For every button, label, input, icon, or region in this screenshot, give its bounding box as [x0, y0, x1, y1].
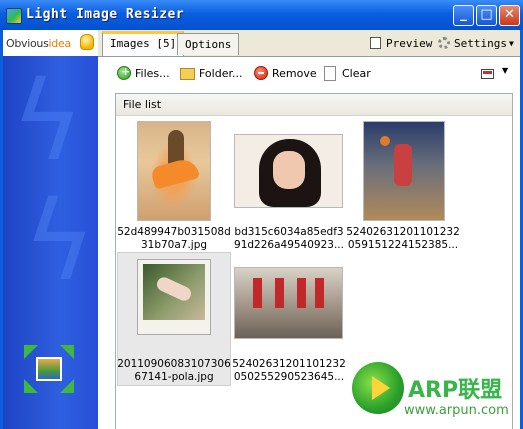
file-list-title: File list — [123, 98, 162, 111]
window-title: Light Image Resizer — [26, 7, 185, 22]
bulb-icon — [80, 34, 94, 50]
remove-button[interactable]: Remove — [272, 66, 317, 82]
folder-icon[interactable] — [180, 68, 195, 80]
add-folder-button[interactable]: Folder... — [199, 66, 242, 82]
app-icon[interactable] — [6, 8, 22, 24]
gear-icon[interactable] — [438, 37, 450, 49]
watermark-title: ARP联盟 — [408, 378, 503, 403]
image-thumbnail[interactable] — [137, 121, 211, 221]
preview-button[interactable]: Preview — [386, 36, 432, 52]
image-thumbnail[interactable] — [363, 121, 445, 221]
tab-options[interactable]: Options — [177, 33, 240, 55]
file-name: 52402631201101232 059151224152385... — [346, 226, 460, 251]
maximize-button[interactable]: □ — [476, 5, 497, 26]
image-thumbnail[interactable] — [234, 267, 343, 339]
settings-button[interactable]: Settings — [454, 36, 507, 52]
obviousidea-logo: Obviousidea — [6, 37, 71, 50]
minimize-icon: _ — [460, 7, 467, 22]
file-name: 20110906083107306 67141-pola.jpg — [117, 358, 231, 383]
file-name: bd315c6034a85edf3 91d226a49540923... — [234, 226, 344, 251]
lightning-decoration: ϟ — [11, 57, 84, 185]
image-thumbnail[interactable] — [234, 134, 343, 208]
close-icon: ✕ — [504, 7, 515, 22]
view-mode-icon[interactable] — [481, 69, 494, 79]
clear-icon[interactable] — [324, 66, 336, 81]
arp-logo-icon — [352, 362, 404, 414]
file-name: 52402631201101232 050255290523645... — [232, 358, 346, 383]
lightning-decoration: ϟ — [23, 177, 96, 305]
tab-images[interactable]: Images [5] — [102, 31, 185, 56]
file-name: 52d489947b031508d 31b70a7.jpg — [117, 226, 231, 251]
settings-dropdown-arrow-icon[interactable]: ▼ — [509, 36, 514, 52]
clear-button[interactable]: Clear — [342, 66, 371, 82]
maximize-icon: □ — [480, 7, 493, 22]
image-thumbnail[interactable] — [137, 259, 211, 335]
preview-icon[interactable] — [370, 37, 381, 49]
close-button[interactable]: ✕ — [499, 5, 520, 26]
add-files-button[interactable]: Files... — [135, 66, 170, 82]
minimize-button[interactable]: _ — [453, 5, 474, 26]
add-icon[interactable] — [117, 65, 131, 80]
file-list-header — [116, 94, 512, 116]
resize-logo-icon — [24, 345, 74, 393]
view-mode-dropdown-arrow-icon[interactable]: ▼ — [502, 66, 508, 75]
remove-icon[interactable] — [254, 66, 268, 80]
watermark-url: www.arpun.com — [404, 403, 509, 418]
